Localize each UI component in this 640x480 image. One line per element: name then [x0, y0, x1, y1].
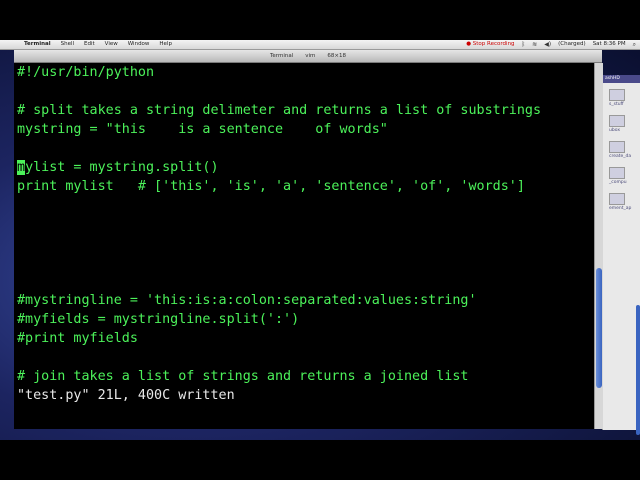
menu-view[interactable]: View	[105, 40, 118, 49]
finder-item[interactable]: _compu	[609, 167, 637, 187]
menu-edit[interactable]: Edit	[84, 40, 95, 49]
folder-icon	[609, 193, 625, 205]
window-title-process: vim	[305, 53, 316, 59]
code-line: mystring = "this is a sentence of words"	[17, 122, 388, 137]
finder-window-partial: ashHD s_stuff ubox create_da _compu emen…	[602, 75, 640, 435]
volume-icon[interactable]: ◀)	[544, 40, 551, 49]
code-line: # split takes a string delimeter and ret…	[17, 103, 542, 118]
stop-recording-label: Stop Recording	[472, 41, 515, 47]
menu-window[interactable]: Window	[128, 40, 150, 49]
status-menu-area: ● Stop Recording ᛒ ≋ ◀) (Charged) Sat 8:…	[466, 40, 636, 49]
finder-item[interactable]: ubox	[609, 115, 637, 135]
menu-help[interactable]: Help	[159, 40, 172, 49]
window-title-app: Terminal	[270, 53, 294, 59]
code-line: print mylist # ['this', 'is', 'a', 'sent…	[17, 179, 525, 194]
code-line: #myfields = mystringline.split(':')	[17, 312, 300, 327]
finder-item[interactable]: s_stuff	[609, 89, 637, 109]
window-title: Terminal vim 68×18	[270, 50, 346, 62]
folder-icon	[609, 89, 625, 101]
menu-shell[interactable]: Shell	[61, 40, 74, 49]
finder-item-label: ement_ap	[609, 206, 632, 211]
code-line-cursor: mylist = mystring.split()	[17, 158, 219, 177]
terminal-scroll-thumb[interactable]	[596, 268, 602, 388]
desktop-screen: Terminal Shell Edit View Window Help ● S…	[0, 40, 640, 440]
spotlight-icon[interactable]: ⌕	[633, 40, 636, 49]
finder-item-label: create_da	[609, 154, 632, 159]
code-line: #!/usr/bin/python	[17, 65, 155, 80]
terminal-title-bar[interactable]: Terminal vim 68×18	[14, 50, 602, 63]
terminal-scrollbar[interactable]	[594, 63, 603, 429]
code-line: #print myfields	[17, 331, 138, 346]
folder-icon	[609, 141, 625, 153]
finder-item-label: ubox	[609, 128, 620, 133]
menu-items: Terminal Shell Edit View Window Help	[24, 40, 172, 49]
text-cursor: m	[17, 160, 26, 175]
menu-terminal[interactable]: Terminal	[24, 40, 51, 49]
folder-icon	[609, 115, 625, 127]
terminal-content[interactable]: #!/usr/bin/python # split takes a string…	[14, 63, 594, 429]
code-line-rest: ylist = mystring.split()	[25, 160, 219, 175]
finder-item[interactable]: ement_ap	[609, 193, 637, 213]
finder-item[interactable]: create_da	[609, 141, 637, 161]
finder-item-label: s_stuff	[609, 102, 624, 107]
folder-icon	[609, 167, 625, 179]
battery-status[interactable]: (Charged)	[558, 40, 586, 49]
finder-window-header: ashHD	[603, 75, 640, 83]
vim-status-line: "test.py" 21L, 400C written	[17, 388, 235, 403]
finder-item-label: _compu	[609, 180, 627, 185]
code-line: #mystringline = 'this:is:a:colon:separat…	[17, 293, 477, 308]
finder-scrollbar[interactable]	[636, 305, 640, 435]
window-title-size: 68×18	[327, 53, 346, 59]
stop-recording-item[interactable]: ● Stop Recording	[466, 40, 514, 49]
bluetooth-icon[interactable]: ᛒ	[522, 40, 526, 49]
clock[interactable]: Sat 8:36 PM	[593, 40, 626, 49]
menu-bar: Terminal Shell Edit View Window Help ● S…	[0, 40, 640, 50]
code-line: # join takes a list of strings and retur…	[17, 369, 469, 384]
wifi-icon[interactable]: ≋	[532, 40, 537, 49]
